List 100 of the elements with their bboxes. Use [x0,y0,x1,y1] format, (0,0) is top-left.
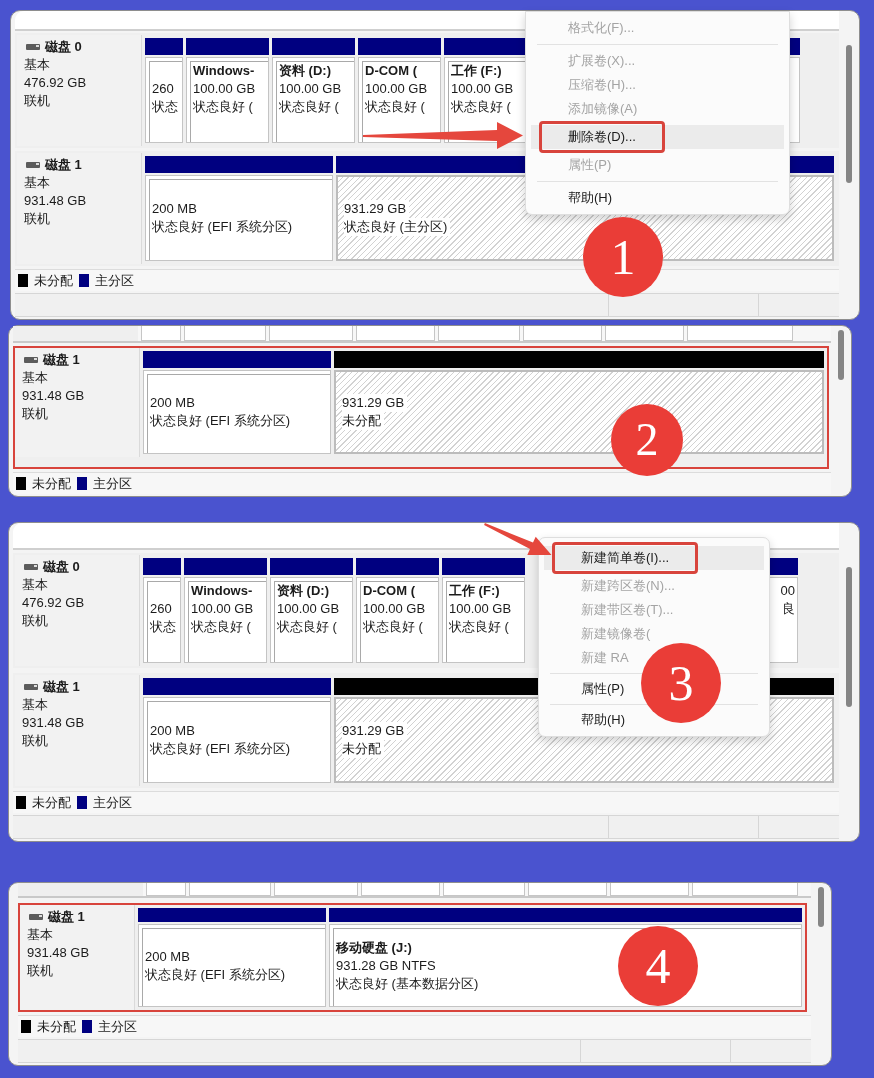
scrollbar-thumb[interactable] [818,887,824,927]
partition-text: 状态良好 ( [451,98,511,116]
partition-bar [145,38,183,55]
partition-text: 未分配 [342,412,384,430]
disk-type: 基本 [27,926,53,944]
disk-status: 联机 [27,962,53,980]
disk-drive-icon [24,357,38,363]
partition-text: 状态良好 ( [279,98,339,116]
partition-body[interactable]: 260 状态 [145,57,183,143]
partition-text: 00 [780,582,795,600]
disk-type: 基本 [24,174,50,192]
disk-status: 联机 [24,210,50,228]
disk-status: 联机 [22,732,48,750]
scrollbar-thumb[interactable] [846,567,852,707]
partition-bar [143,558,181,575]
partition-text: 260 [152,80,174,98]
partition-body[interactable]: 资料 (D:) 100.00 GB 状态良好 ( [270,577,353,663]
disk-name: 磁盘 0 [45,38,82,56]
partition-body[interactable]: D-COM ( 100.00 GB 状态良好 ( [358,57,441,143]
partition-title: 资料 (D:) [279,62,331,80]
partition-text: 状态良好 ( [363,618,423,636]
disk-drive-icon [24,684,38,690]
disk-name: 磁盘 1 [43,678,80,696]
partition-text: 931.29 GB [344,200,410,218]
partition-text: 100.00 GB [451,80,514,98]
partition-text: 状态良好 (EFI 系统分区) [150,740,291,758]
partition-title: D-COM ( [365,62,417,80]
partition-body[interactable]: 200 MB 状态良好 (EFI 系统分区) [143,697,331,783]
partition-text: 200 MB [150,394,195,412]
partition-body[interactable]: 200 MB 状态良好 (EFI 系统分区) [143,370,331,454]
disk-status: 联机 [24,92,50,110]
partition-text: 200 MB [145,947,190,966]
menu-item[interactable]: 帮助(H) [544,708,626,732]
partition-text: 良 [782,600,795,618]
legend-label: 主分区 [93,793,132,812]
partition-body[interactable]: Windows- 100.00 GB 状态良好 ( [186,57,269,143]
disk-drive-icon [24,564,38,570]
disk-status: 联机 [22,612,48,630]
disk-name: 磁盘 1 [43,351,80,369]
legend-label: 未分配 [37,1017,76,1036]
menu-item[interactable]: 帮助(H) [531,186,613,210]
partition-text: 状态良好 ( [191,618,251,636]
partition-text: 状态 [152,98,178,116]
partition-text: 931.29 GB [342,722,408,740]
disk-name: 磁盘 0 [43,558,80,576]
partition-text: 200 MB [150,722,195,740]
partition-text: 状态良好 ( [365,98,425,116]
partition-text: 状态 [150,618,176,636]
partition-body[interactable]: 工作 (F:) 100.00 GB 状态良好 ( [442,577,525,663]
menu-item[interactable]: 新建简单卷(I)... [544,542,764,574]
legend-label: 主分区 [93,474,132,493]
partition-body[interactable]: Windows- 100.00 GB 状态良好 ( [184,577,267,663]
disk-type: 基本 [22,576,48,594]
disk-size: 931.48 GB [27,944,90,962]
partition-title: 工作 (F:) [449,582,500,600]
partition-text: 931.28 GB NTFS [336,956,436,975]
disk-type: 基本 [22,696,48,714]
legend-label: 主分区 [98,1017,137,1036]
disk-status: 联机 [22,405,48,423]
partition-text: 100.00 GB [363,600,426,618]
disk-size: 476.92 GB [22,594,85,612]
partition-text: 状态良好 ( [193,98,253,116]
partition-text: 931.29 GB [342,394,408,412]
partition-text: 状态良好 ( [277,618,337,636]
disk-drive-icon [29,914,43,920]
partition-text: 状态良好 (主分区) [344,218,451,236]
partition-body[interactable]: 00 良 [768,577,798,663]
partition-text: 100.00 GB [277,600,340,618]
disk-name: 磁盘 1 [48,908,85,926]
scrollbar-thumb[interactable] [838,330,844,380]
partition-title: Windows- [191,582,253,600]
legend-label: 未分配 [32,474,71,493]
partition-title: D-COM ( [363,582,415,600]
partition-text: 100.00 GB [449,600,512,618]
legend-label: 未分配 [34,271,73,290]
scrollbar-thumb[interactable] [846,45,852,183]
partition-text: 100.00 GB [279,80,342,98]
partition-title: Windows- [193,62,255,80]
disk-size: 931.48 GB [24,192,87,210]
partition-text: 260 [150,600,172,618]
disk-size: 476.92 GB [24,74,87,92]
partition-text: 状态良好 (EFI 系统分区) [150,412,291,430]
partition-text: 100.00 GB [365,80,428,98]
disk-type: 基本 [22,369,48,387]
partition-text: 100.00 GB [193,80,256,98]
disk-type: 基本 [24,56,50,74]
partition-body[interactable]: D-COM ( 100.00 GB 状态良好 ( [356,577,439,663]
partition-body[interactable]: 200 MB 状态良好 (EFI 系统分区) [145,175,333,261]
partition-text: 200 MB [152,200,197,218]
partition-body[interactable]: 资料 (D:) 100.00 GB 状态良好 ( [272,57,355,143]
partition-body[interactable]: 260 状态 [143,577,181,663]
partition-text: 未分配 [342,740,384,758]
menu-item[interactable]: 删除卷(D)... [531,121,784,153]
disk-size: 931.48 GB [22,714,85,732]
partition-text: 状态良好 (EFI 系统分区) [152,218,293,236]
partition-body[interactable]: 200 MB 状态良好 (EFI 系统分区) [138,924,326,1007]
partition-title: 工作 (F:) [451,62,502,80]
partition-title: 资料 (D:) [277,582,329,600]
partition-text: 状态良好 (基本数据分区) [336,974,479,993]
disk-name: 磁盘 1 [45,156,82,174]
